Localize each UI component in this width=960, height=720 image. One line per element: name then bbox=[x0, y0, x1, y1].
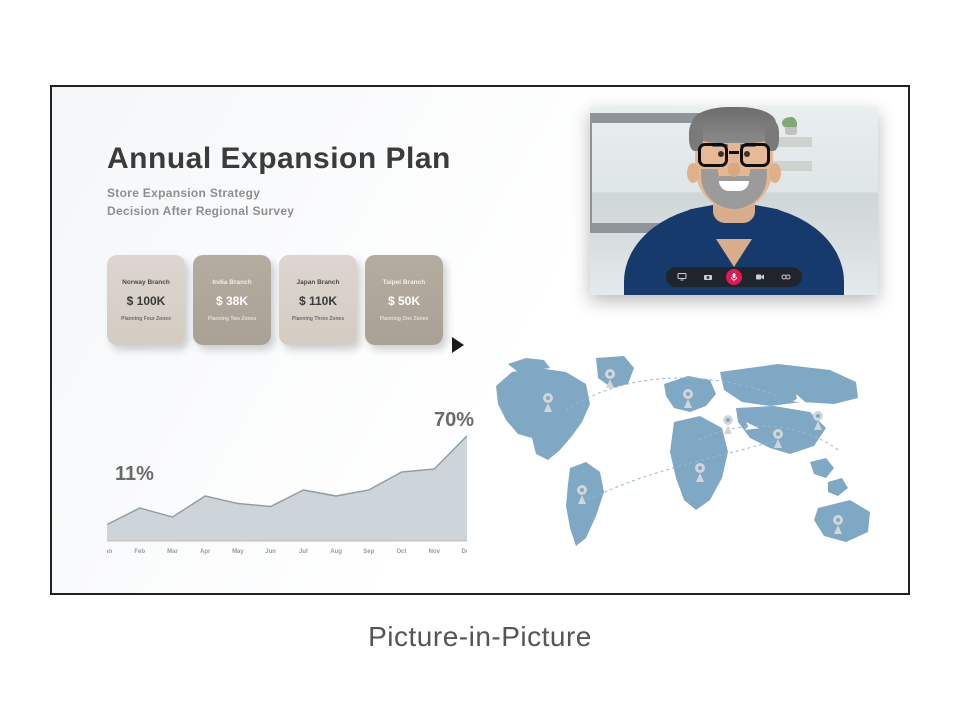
branch-card[interactable]: India Branch $ 38K Planning Two Zones bbox=[193, 255, 271, 345]
branch-zones: Planning One Zones bbox=[380, 316, 428, 322]
mic-icon[interactable] bbox=[726, 269, 742, 285]
branch-zones: Planning Four Zones bbox=[121, 316, 171, 322]
branch-zones: Planning Two Zones bbox=[208, 316, 256, 322]
branch-amount: $ 100K bbox=[127, 294, 166, 308]
next-card-icon[interactable] bbox=[452, 337, 464, 353]
display-screen: Annual Expansion Plan Store Expansion St… bbox=[50, 85, 910, 595]
branch-amount: $ 110K bbox=[299, 294, 337, 308]
svg-text:Mar: Mar bbox=[167, 549, 178, 555]
svg-text:Oct: Oct bbox=[396, 549, 406, 555]
area-chart: Jan Feb Mar Apr May Jun Jul Aug Sep Oct Nov Dec bbox=[107, 383, 467, 563]
slide-title: Annual Expansion Plan bbox=[107, 142, 451, 176]
svg-text:Aug: Aug bbox=[330, 549, 342, 555]
branch-name: Japan Branch bbox=[297, 279, 340, 286]
branch-amount: $ 50K bbox=[388, 294, 420, 308]
world-map bbox=[478, 350, 878, 565]
branch-name: Norway Branch bbox=[122, 279, 170, 286]
branch-card[interactable]: Taipei Branch $ 50K Planning One Zones bbox=[365, 255, 443, 345]
svg-text:Jul: Jul bbox=[299, 549, 308, 555]
chart-end-label: 70% bbox=[434, 409, 474, 432]
slide-subtitle: Store Expansion Strategy Decision After … bbox=[107, 184, 451, 220]
svg-text:Apr: Apr bbox=[200, 549, 211, 555]
figure-caption: Picture-in-Picture bbox=[368, 621, 592, 653]
branch-name: India Branch bbox=[212, 279, 251, 286]
stage: Annual Expansion Plan Store Expansion St… bbox=[0, 0, 960, 720]
svg-text:Nov: Nov bbox=[429, 549, 441, 555]
svg-text:Jan: Jan bbox=[107, 549, 113, 555]
branch-cards: Norway Branch $ 100K Planning Four Zones… bbox=[107, 255, 443, 345]
svg-text:Dec: Dec bbox=[461, 549, 467, 555]
subtitle-line: Store Expansion Strategy bbox=[107, 186, 260, 200]
svg-text:Sep: Sep bbox=[363, 549, 374, 555]
monitor-icon[interactable] bbox=[674, 269, 690, 285]
map-pin-icon bbox=[723, 415, 733, 434]
branch-amount: $ 38K bbox=[216, 294, 248, 308]
svg-text:Feb: Feb bbox=[134, 549, 145, 555]
camera-icon[interactable] bbox=[700, 269, 716, 285]
link-icon[interactable] bbox=[778, 269, 794, 285]
svg-text:Jun: Jun bbox=[265, 549, 276, 555]
branch-name: Taipei Branch bbox=[383, 279, 426, 286]
svg-text:May: May bbox=[232, 549, 244, 555]
pip-toolbar bbox=[666, 267, 802, 287]
branch-zones: Planning Three Zones bbox=[292, 316, 344, 322]
video-icon[interactable] bbox=[752, 269, 768, 285]
title-block: Annual Expansion Plan Store Expansion St… bbox=[107, 142, 451, 220]
plane-icon bbox=[625, 406, 641, 418]
subtitle-line: Decision After Regional Survey bbox=[107, 204, 294, 218]
branch-card[interactable]: Japan Branch $ 110K Planning Three Zones bbox=[279, 255, 357, 345]
chart-start-label: 11% bbox=[115, 463, 154, 486]
pip-window[interactable] bbox=[590, 107, 878, 295]
branch-card[interactable]: Norway Branch $ 100K Planning Four Zones bbox=[107, 255, 185, 345]
